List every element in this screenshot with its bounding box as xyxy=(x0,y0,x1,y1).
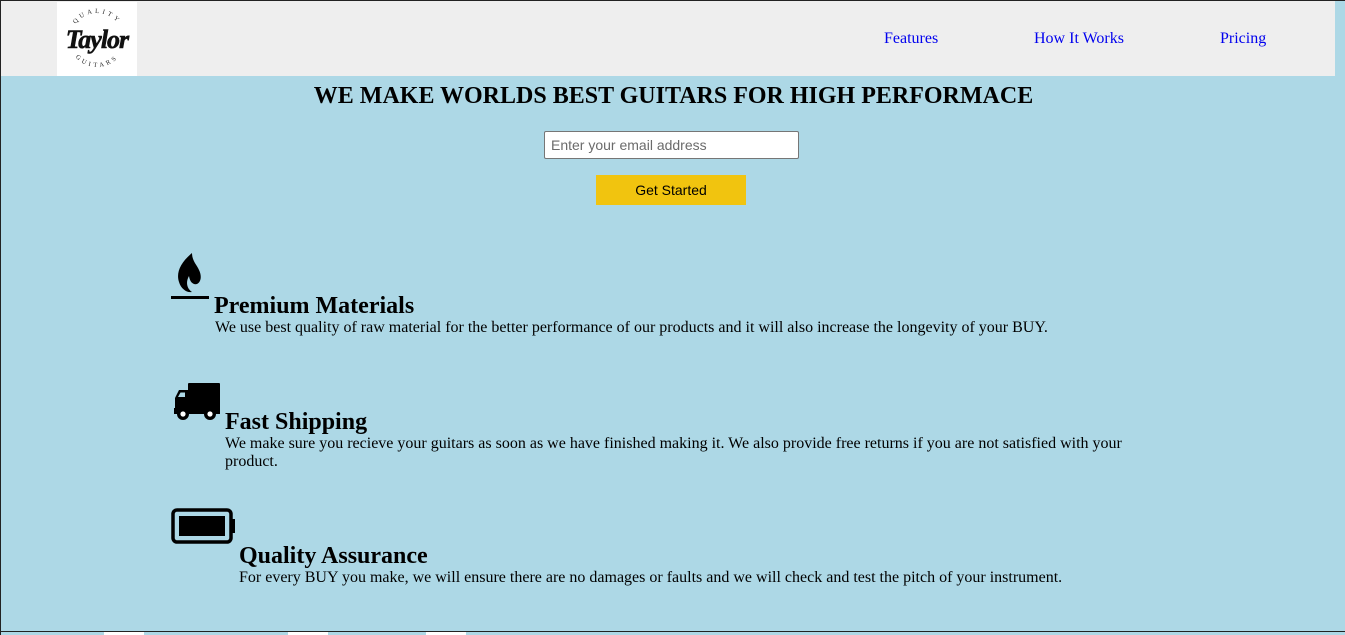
taylor-logo-icon: QUALITY GUITARS Taylor xyxy=(66,8,132,70)
site-header: QUALITY GUITARS Taylor Features How It W… xyxy=(1,1,1335,76)
nav-link-pricing[interactable]: Pricing xyxy=(1220,30,1266,48)
nav-link-features[interactable]: Features xyxy=(884,30,938,48)
hero-title: WE MAKE WORLDS BEST GUITARS FOR HIGH PER… xyxy=(313,83,1034,109)
header-gap xyxy=(1335,1,1345,76)
get-started-button[interactable]: Get Started xyxy=(596,175,746,205)
page: QUALITY GUITARS Taylor Features How It W… xyxy=(0,0,1345,635)
svg-text:Taylor: Taylor xyxy=(66,25,130,54)
battery-full-icon xyxy=(171,508,235,544)
feature-description: We use best quality of raw material for … xyxy=(215,319,1048,336)
fire-icon xyxy=(171,253,209,299)
feature-description: We make sure you recieve your guitars as… xyxy=(225,435,1122,470)
svg-text:GUITARS: GUITARS xyxy=(74,54,120,70)
feature-description: For every BUY you make, we will ensure t… xyxy=(239,569,1063,586)
feature-title: Quality Assurance xyxy=(239,543,428,569)
feature-title: Fast Shipping xyxy=(225,409,368,435)
truck-icon xyxy=(174,383,220,420)
taylor-logo[interactable]: QUALITY GUITARS Taylor xyxy=(57,2,137,76)
feature-title: Premium Materials xyxy=(214,293,415,319)
svg-text:QUALITY: QUALITY xyxy=(72,8,123,26)
email-input[interactable] xyxy=(544,131,799,159)
bottom-divider xyxy=(1,631,1345,632)
nav-link-how-it-works[interactable]: How It Works xyxy=(1034,30,1124,48)
